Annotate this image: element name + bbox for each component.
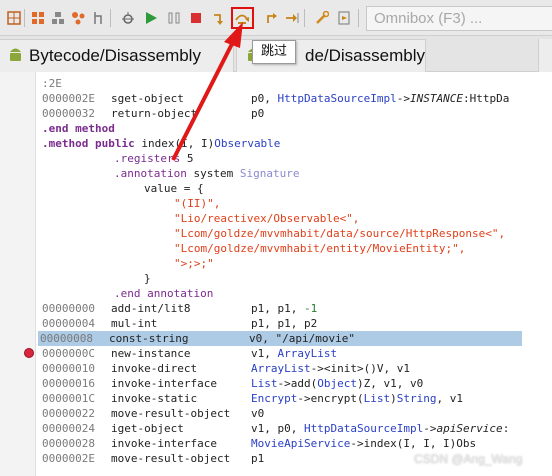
- annotation-arrow: [171, 22, 243, 161]
- watermark: CSDN @Ang_Wang: [414, 452, 523, 466]
